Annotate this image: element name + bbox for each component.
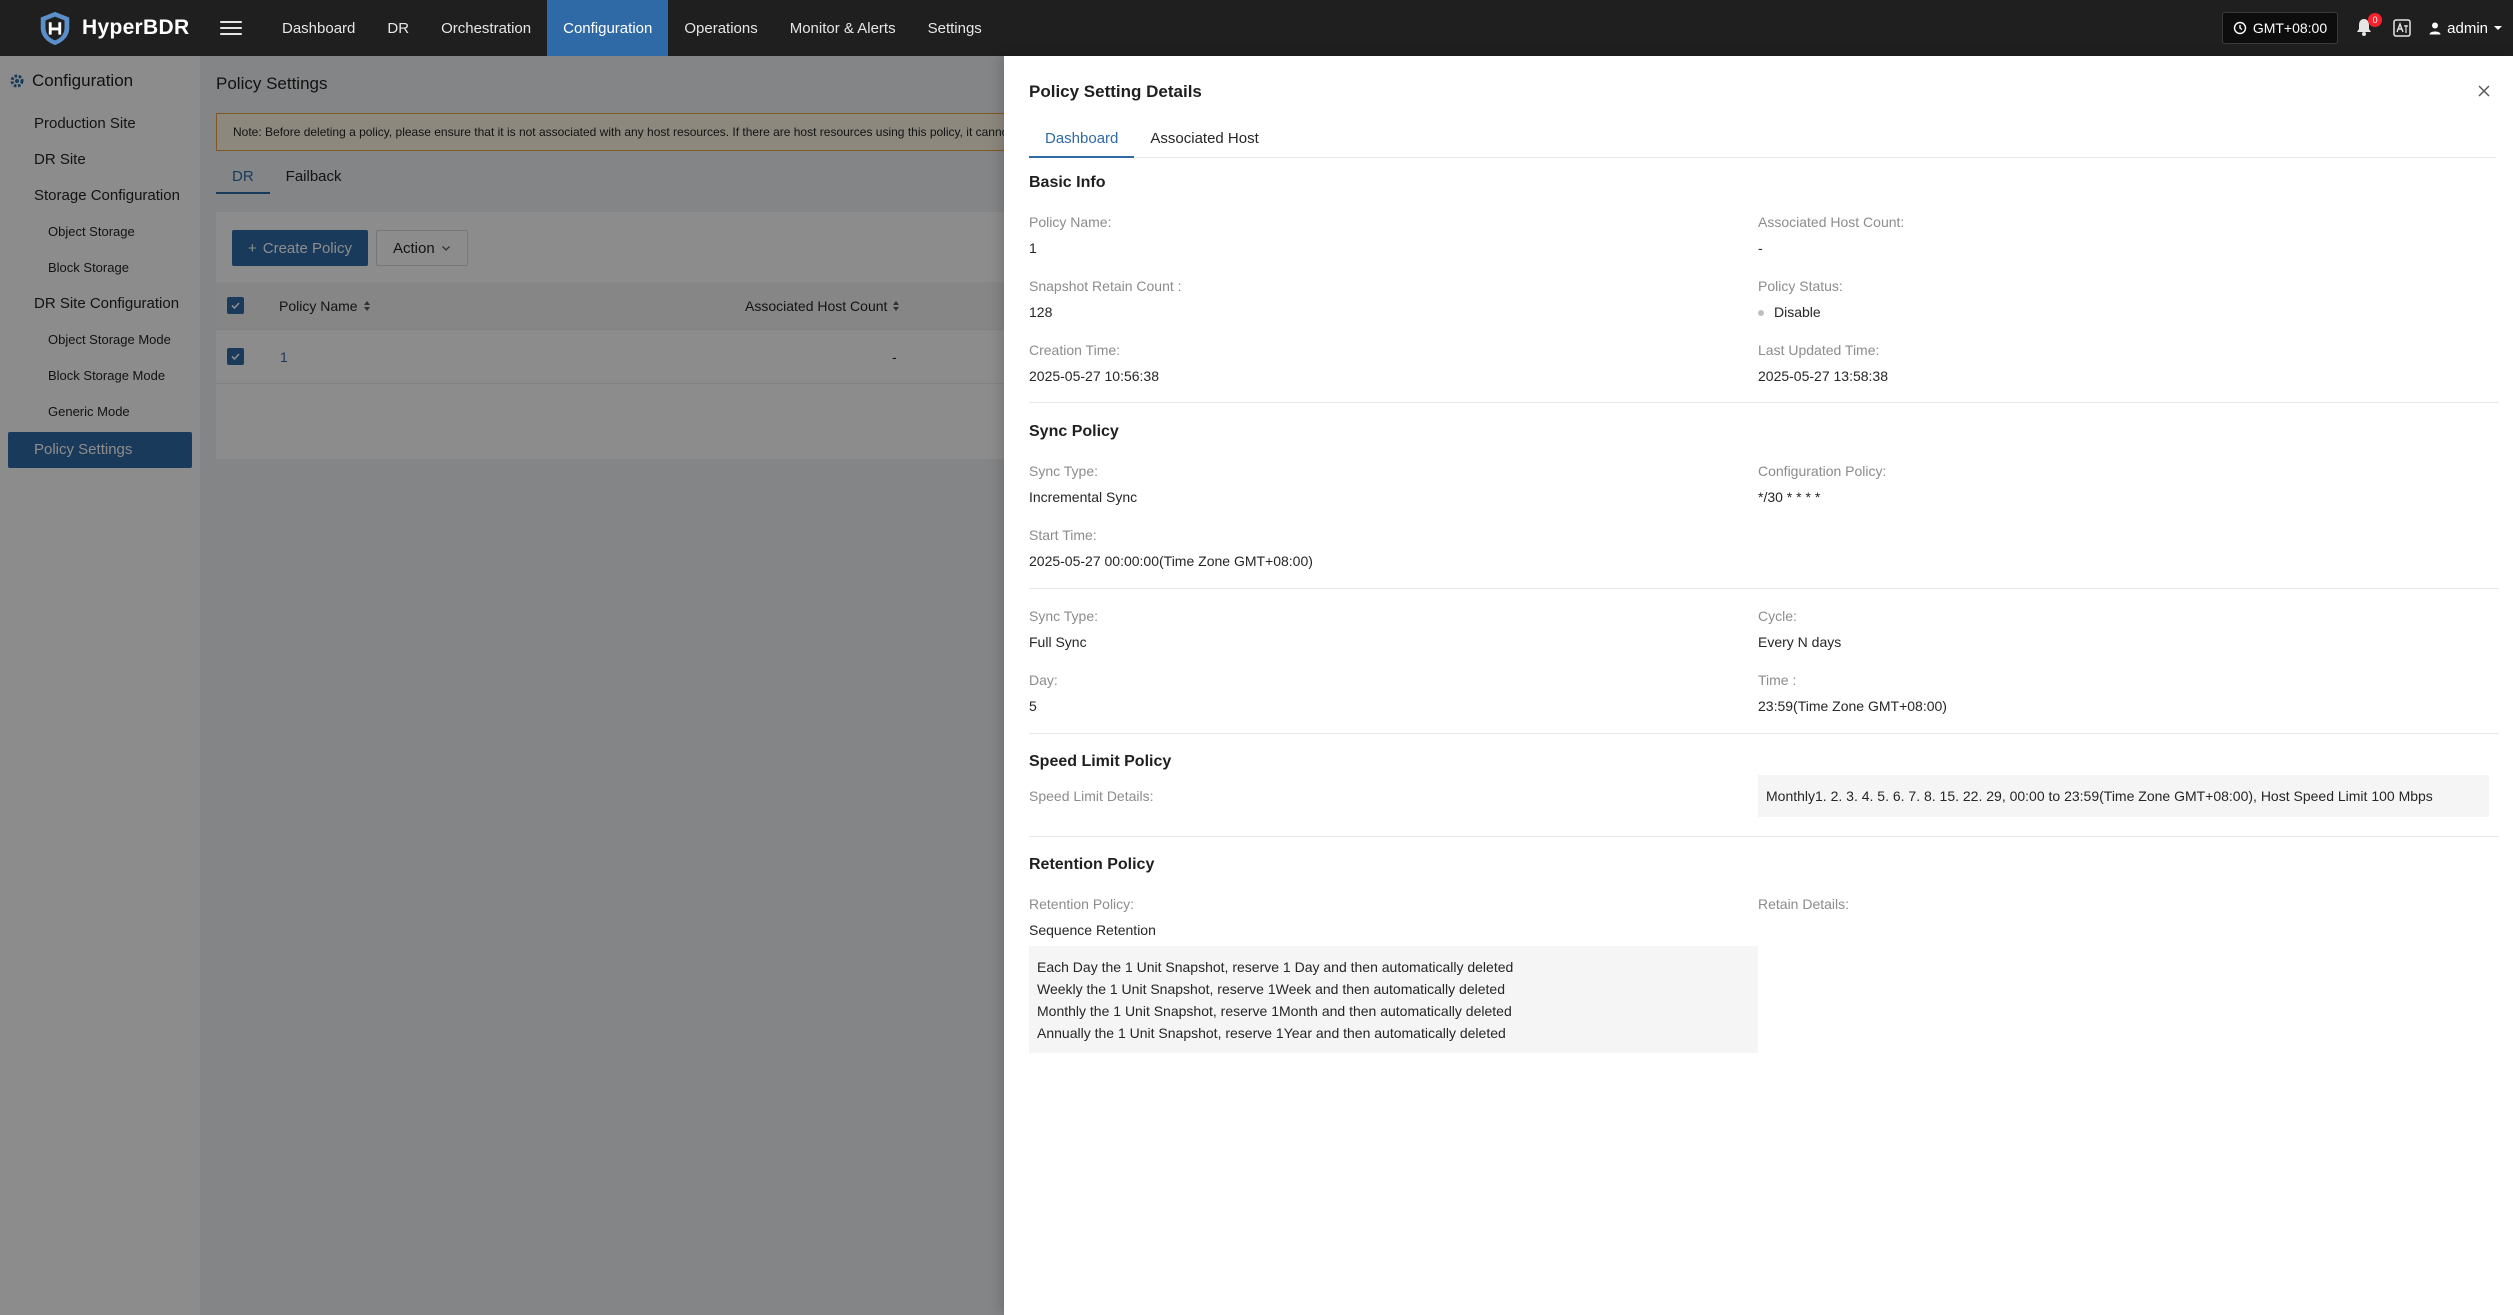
snapshot-retain-value: 128 — [1029, 304, 1053, 320]
notification-bell[interactable]: 0 — [2354, 13, 2383, 39]
policy-status-text: Disable — [1774, 304, 1821, 320]
incremental-sync-type-value: Incremental Sync — [1029, 489, 1138, 505]
section-retention-policy: Retention Policy — [1029, 856, 1155, 873]
caret-down-icon — [2494, 26, 2502, 30]
divider — [1029, 588, 2499, 589]
close-icon[interactable] — [2475, 82, 2493, 100]
section-sync-policy: Sync Policy — [1029, 423, 1119, 440]
section-basic-info: Basic Info — [1029, 174, 1106, 191]
nav-dr[interactable]: DR — [371, 0, 425, 56]
last-updated-value: 2025-05-27 13:58:38 — [1758, 368, 1888, 384]
speed-limit-details-label: Speed Limit Details: — [1029, 788, 1154, 804]
divider — [1029, 836, 2499, 837]
retain-detail-line: Monthly the 1 Unit Snapshot, reserve 1Mo… — [1037, 1003, 1512, 1019]
drawer-title: Policy Setting Details — [1029, 82, 1202, 101]
snapshot-retain-label: Snapshot Retain Count : — [1029, 278, 1182, 294]
nav-configuration[interactable]: Configuration — [547, 0, 669, 56]
menu-toggle-icon[interactable] — [220, 21, 242, 35]
retention-policy-value: Sequence Retention — [1029, 922, 1156, 938]
nav-settings[interactable]: Settings — [912, 0, 998, 56]
nav-operations[interactable]: Operations — [668, 0, 773, 56]
status-dot-icon — [1758, 310, 1764, 317]
retain-details-box: Each Day the 1 Unit Snapshot, reserve 1 … — [1029, 946, 1758, 1053]
policy-name-value: 1 — [1029, 240, 1037, 256]
host-count-label: Associated Host Count: — [1758, 214, 1905, 230]
nav-monitor-alerts[interactable]: Monitor & Alerts — [774, 0, 912, 56]
policy-name-label: Policy Name: — [1029, 214, 1112, 230]
notification-badge: 0 — [2368, 13, 2383, 27]
start-time-label: Start Time: — [1029, 527, 1097, 543]
full-sync-type-label: Sync Type: — [1029, 608, 1099, 624]
user-menu[interactable]: admin — [2428, 20, 2503, 37]
last-updated-label: Last Updated Time: — [1758, 342, 1880, 358]
day-label: Day: — [1029, 672, 1058, 688]
user-name: admin — [2447, 19, 2488, 37]
creation-time-label: Creation Time: — [1029, 342, 1121, 358]
speed-limit-details-value: Monthly1. 2. 3. 4. 5. 6. 7. 8. 15. 22. 2… — [1758, 775, 2489, 817]
full-sync-type-value: Full Sync — [1029, 634, 1087, 650]
top-navigation-bar: HyperBDR Dashboard DR Orchestration Conf… — [0, 0, 2513, 56]
configuration-policy-value: */30 * * * * — [1758, 489, 1821, 505]
cycle-label: Cycle: — [1758, 608, 1797, 624]
time-value: 23:59(Time Zone GMT+08:00) — [1758, 698, 1947, 714]
tab-associated-host[interactable]: Associated Host — [1134, 126, 1274, 158]
divider — [1029, 733, 2499, 734]
cycle-value: Every N days — [1758, 634, 1842, 650]
start-time-value: 2025-05-27 00:00:00(Time Zone GMT+08:00) — [1029, 553, 1313, 569]
incremental-sync-type-label: Sync Type: — [1029, 463, 1099, 479]
policy-status-label: Policy Status: — [1758, 278, 1843, 294]
host-count-value: - — [1758, 240, 1763, 256]
divider — [1029, 402, 2499, 403]
retain-detail-line: Each Day the 1 Unit Snapshot, reserve 1 … — [1037, 959, 1514, 975]
tab-dashboard[interactable]: Dashboard — [1029, 126, 1135, 158]
brand-logo[interactable]: HyperBDR — [36, 9, 212, 47]
timezone-label: GMT+08:00 — [2252, 20, 2328, 36]
nav-dashboard[interactable]: Dashboard — [266, 0, 371, 56]
section-speed-limit-policy: Speed Limit Policy — [1029, 753, 1172, 770]
shield-logo-icon — [40, 11, 70, 46]
day-value: 5 — [1029, 698, 1037, 714]
brand-name: HyperBDR — [82, 16, 190, 39]
configuration-policy-label: Configuration Policy: — [1758, 463, 1887, 479]
top-right-tools: GMT+08:00 0 admin — [2221, 0, 2503, 56]
time-label: Time : — [1758, 672, 1797, 688]
retain-detail-line: Annually the 1 Unit Snapshot, reserve 1Y… — [1037, 1025, 1506, 1041]
nav-orchestration[interactable]: Orchestration — [425, 0, 547, 56]
retain-detail-line: Weekly the 1 Unit Snapshot, reserve 1Wee… — [1037, 981, 1505, 997]
timezone-selector[interactable]: GMT+08:00 — [2221, 12, 2339, 44]
language-icon[interactable] — [2392, 18, 2412, 38]
clock-icon — [2233, 21, 2247, 35]
creation-time-value: 2025-05-27 10:56:38 — [1029, 368, 1159, 384]
retention-policy-label: Retention Policy: — [1029, 896, 1135, 912]
policy-details-drawer: Policy Setting Details Dashboard Associa… — [1004, 56, 2513, 1315]
policy-status-value: Disable — [1758, 304, 1821, 320]
retain-details-label: Retain Details: — [1758, 896, 1850, 912]
user-icon — [2429, 22, 2441, 35]
drawer-tabs: Dashboard Associated Host — [1029, 126, 2496, 158]
main-nav: Dashboard DR Orchestration Configuration… — [266, 0, 998, 56]
